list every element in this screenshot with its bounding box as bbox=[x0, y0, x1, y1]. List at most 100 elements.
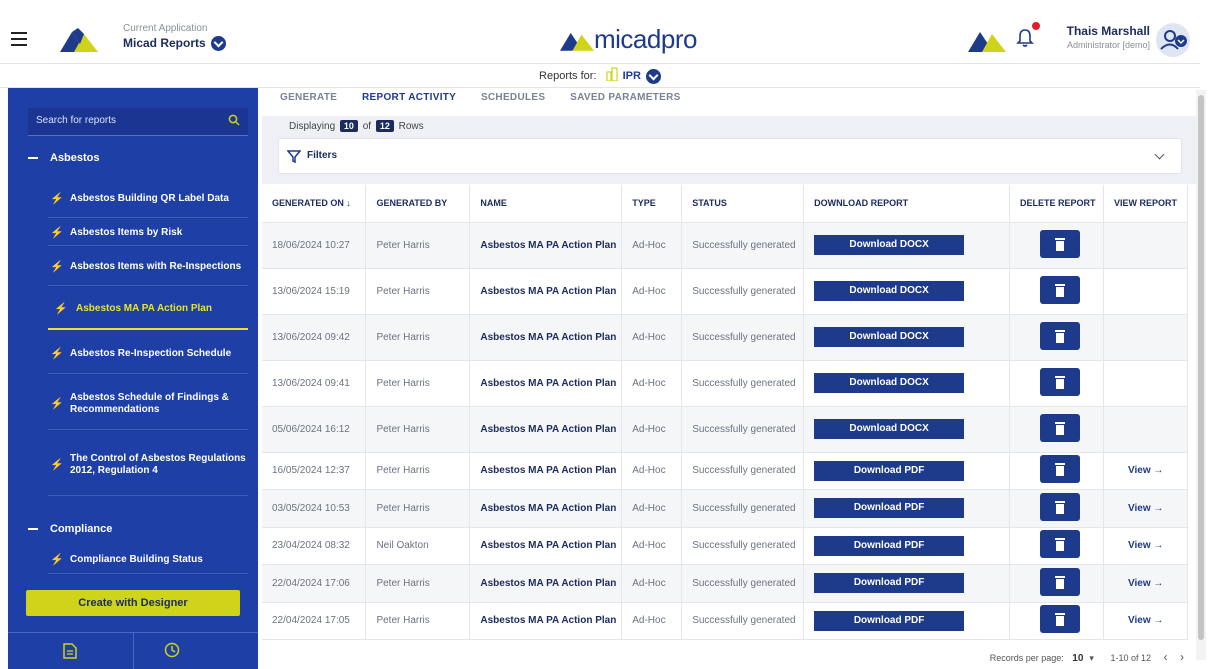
next-page-icon[interactable]: › bbox=[1180, 650, 1184, 664]
create-with-designer-button[interactable]: Create with Designer bbox=[26, 590, 240, 616]
caret-down-icon[interactable]: ▾ bbox=[1089, 653, 1094, 663]
header-status[interactable]: STATUS bbox=[681, 185, 805, 223]
header-type[interactable]: TYPE bbox=[621, 185, 683, 223]
cell-delete bbox=[1009, 222, 1104, 269]
header-generated-by[interactable]: GENERATED BY bbox=[365, 185, 471, 223]
download-report-button[interactable]: Download PDF bbox=[814, 610, 965, 631]
cell-type: Ad-Hoc bbox=[621, 406, 683, 453]
tab-schedules[interactable]: SCHEDULES bbox=[481, 92, 545, 103]
view-report-link[interactable]: View → bbox=[1114, 503, 1163, 514]
cell-view: View → bbox=[1103, 602, 1189, 640]
download-report-button[interactable]: Download PDF bbox=[814, 535, 965, 556]
reports-footer-button[interactable] bbox=[8, 633, 133, 669]
download-report-button[interactable]: Download DOCX bbox=[814, 235, 965, 255]
bolt-icon: ⚡ bbox=[50, 397, 64, 410]
header-generated-on[interactable]: GENERATED ON ↓ bbox=[262, 185, 367, 223]
bolt-icon: ⚡ bbox=[50, 553, 64, 566]
sidebar-item-asbestos-items-re-inspections[interactable]: ⚡ Asbestos Items with Re-Inspections bbox=[48, 248, 248, 286]
delete-report-button[interactable] bbox=[1040, 321, 1081, 350]
current-application-label: Current Application bbox=[123, 23, 208, 34]
tab-generate[interactable]: GENERATE bbox=[280, 92, 337, 103]
header-view-report: VIEW REPORT bbox=[1103, 185, 1189, 223]
search-icon[interactable] bbox=[228, 114, 240, 126]
sidebar-item-asbestos-items-by-risk[interactable]: ⚡ Asbestos Items by Risk bbox=[48, 220, 248, 246]
download-report-button[interactable]: Download DOCX bbox=[814, 327, 965, 347]
header-name[interactable]: NAME bbox=[469, 185, 623, 223]
delete-report-button[interactable] bbox=[1040, 275, 1081, 304]
cell-download: Download DOCX bbox=[803, 314, 1011, 361]
of-text: of bbox=[362, 121, 372, 132]
brand-suffix: pro bbox=[660, 24, 698, 54]
sidebar-item-asbestos-re-inspection-schedule[interactable]: ⚡ Asbestos Re-Inspection Schedule bbox=[48, 334, 248, 374]
trash-icon bbox=[1055, 329, 1066, 343]
cell-generated-by: Peter Harris bbox=[365, 222, 471, 269]
view-report-link[interactable] bbox=[1114, 424, 1128, 435]
delete-report-button[interactable] bbox=[1040, 492, 1081, 521]
section-compliance[interactable]: Compliance bbox=[28, 523, 112, 535]
cell-generated-on: 13/06/2024 09:41 bbox=[262, 360, 367, 407]
cell-status: Successfully generated bbox=[681, 314, 805, 361]
records-per-page-select[interactable]: 10 bbox=[1072, 653, 1083, 664]
download-report-button[interactable]: Download PDF bbox=[814, 460, 965, 481]
section-asbestos[interactable]: Asbestos bbox=[28, 152, 100, 164]
bolt-icon: ⚡ bbox=[50, 226, 64, 239]
view-report-link[interactable] bbox=[1114, 286, 1128, 297]
prev-page-icon[interactable]: ‹ bbox=[1163, 650, 1167, 664]
search-placeholder: Search for reports bbox=[36, 115, 117, 126]
cell-view bbox=[1103, 268, 1189, 315]
download-report-button[interactable]: Download PDF bbox=[814, 573, 965, 594]
scrollbar-thumb[interactable] bbox=[1198, 95, 1204, 640]
history-footer-button[interactable] bbox=[134, 633, 259, 669]
cell-name: Asbestos MA PA Action Plan bbox=[469, 527, 623, 565]
delete-report-button[interactable] bbox=[1040, 605, 1081, 634]
download-report-button[interactable]: Download DOCX bbox=[814, 419, 965, 439]
view-report-link[interactable] bbox=[1114, 332, 1128, 343]
view-report-link[interactable]: View → bbox=[1114, 540, 1163, 551]
view-report-link[interactable]: View → bbox=[1114, 615, 1163, 626]
sidebar-item-asbestos-ma-pa-action-plan[interactable]: ⚡ Asbestos MA PA Action Plan bbox=[48, 290, 248, 330]
delete-report-button[interactable] bbox=[1040, 229, 1081, 258]
portfolio-selector[interactable]: IPR bbox=[623, 70, 641, 82]
bolt-icon: ⚡ bbox=[50, 192, 64, 205]
delete-report-button[interactable] bbox=[1040, 530, 1081, 559]
collapse-dash-icon bbox=[28, 528, 38, 531]
download-report-button[interactable]: Download PDF bbox=[814, 498, 965, 519]
cell-delete bbox=[1009, 452, 1104, 490]
view-report-link[interactable]: View → bbox=[1114, 578, 1163, 589]
tab-saved-parameters[interactable]: SAVED PARAMETERS bbox=[570, 92, 681, 103]
chevron-down-icon[interactable] bbox=[1154, 149, 1165, 160]
download-report-button[interactable]: Download DOCX bbox=[814, 373, 965, 393]
reports-for-bar: Reports for: IPR bbox=[0, 64, 1200, 88]
delete-report-button[interactable] bbox=[1040, 367, 1081, 396]
sidebar-item-asbestos-schedule-findings[interactable]: ⚡ Asbestos Schedule of Findings & Recomme… bbox=[48, 378, 248, 430]
cell-download: Download PDF bbox=[803, 564, 1011, 603]
cell-generated-on: 13/06/2024 15:19 bbox=[262, 268, 367, 315]
tab-report-activity[interactable]: REPORT ACTIVITY bbox=[362, 92, 456, 103]
delete-report-button[interactable] bbox=[1040, 413, 1081, 442]
view-report-link[interactable]: View → bbox=[1114, 465, 1163, 476]
cell-download: Download DOCX bbox=[803, 360, 1011, 407]
table-row: 18/06/2024 10:27 Peter Harris Asbestos MA … bbox=[262, 222, 1189, 269]
view-report-link[interactable] bbox=[1114, 240, 1128, 251]
sidebar-item-control-of-asbestos-regulations[interactable]: ⚡ The Control of Asbestos Regulations 201… bbox=[48, 434, 248, 496]
cell-generated-by: Peter Harris bbox=[365, 406, 471, 453]
cell-type: Ad-Hoc bbox=[621, 527, 683, 565]
cell-generated-on: 16/05/2024 12:37 bbox=[262, 452, 367, 490]
view-report-link[interactable] bbox=[1114, 378, 1128, 389]
search-input[interactable]: Search for reports bbox=[28, 108, 248, 136]
delete-report-button[interactable] bbox=[1040, 567, 1081, 596]
sidebar-item-compliance-building-status[interactable]: ⚡ Compliance Building Status bbox=[48, 546, 248, 574]
application-name: Micad Reports bbox=[123, 36, 206, 50]
cell-generated-by: Peter Harris bbox=[365, 452, 471, 490]
sidebar-item-asbestos-building-qr[interactable]: ⚡ Asbestos Building QR Label Data bbox=[48, 180, 248, 218]
filters-panel[interactable]: Filters bbox=[278, 138, 1182, 174]
portfolio-chevron-icon[interactable] bbox=[645, 68, 661, 84]
user-avatar[interactable] bbox=[1156, 23, 1190, 57]
download-report-button[interactable]: Download DOCX bbox=[814, 281, 965, 301]
application-selector[interactable]: Micad Reports bbox=[123, 36, 226, 52]
user-name: Thais Marshall bbox=[1066, 24, 1150, 38]
delete-report-button[interactable] bbox=[1040, 455, 1081, 484]
cell-name: Asbestos MA PA Action Plan bbox=[469, 222, 623, 269]
hamburger-menu-icon[interactable] bbox=[11, 32, 27, 46]
cell-generated-by: Peter Harris bbox=[365, 314, 471, 361]
